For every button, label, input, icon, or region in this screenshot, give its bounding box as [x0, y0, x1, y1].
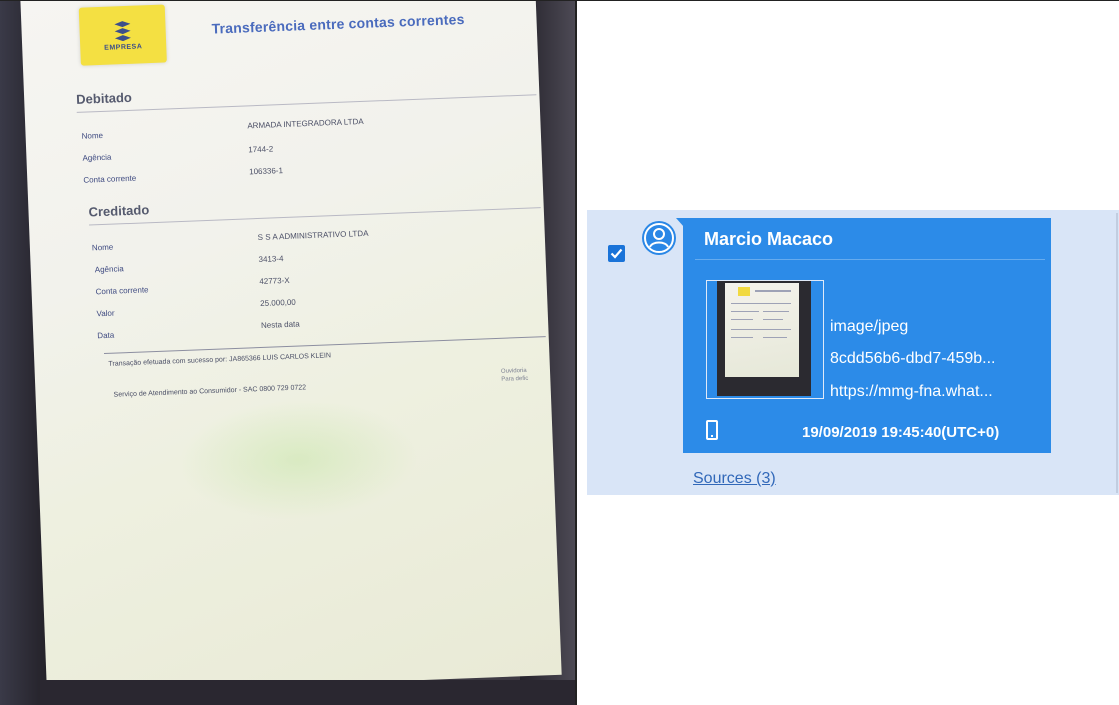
- divider: [89, 207, 541, 226]
- debit-name-value: ARMADA INTEGRADORA LTDA: [247, 116, 364, 131]
- bank-logo: EMPRESA: [78, 4, 167, 66]
- thumbnail-line: [731, 303, 791, 304]
- panel-border: [1116, 213, 1118, 493]
- debit-name-label: Nome: [81, 130, 104, 141]
- thumbnail-receipt: [725, 283, 799, 377]
- divider: [76, 94, 537, 113]
- table-border-divider: [575, 0, 577, 705]
- bank-logo-icon: [114, 20, 131, 41]
- message-timestamp: 19/09/2019 19:45:40(UTC+0): [802, 424, 1000, 441]
- credit-name-label: Nome: [91, 242, 114, 253]
- user-icon: [644, 223, 674, 253]
- debit-agency-label: Agência: [82, 152, 112, 163]
- sources-link[interactable]: Sources (3): [693, 470, 776, 488]
- credit-date-label: Data: [97, 330, 115, 341]
- credit-name-value: S S A ADMINISTRATIVO LTDA: [257, 228, 369, 243]
- message-checkbox[interactable]: [608, 245, 625, 262]
- table-border-top: [0, 0, 1119, 1]
- receipt-photo: EMPRESA Transferência entre contas corre…: [0, 0, 575, 705]
- divider: [103, 336, 546, 355]
- credit-amount-value: 25.000,00: [260, 297, 296, 309]
- thumbnail-line: [731, 311, 759, 312]
- attachment-id: 8cdd56b6-dbd7-459b...: [830, 350, 996, 367]
- thumbnail-line: [731, 319, 753, 320]
- screen-glare: [176, 395, 421, 525]
- checkmark-icon: [610, 248, 623, 259]
- thumbnail-logo: [738, 287, 750, 296]
- thumbnail-line: [731, 329, 791, 330]
- bank-logo-tag: EMPRESA: [104, 42, 143, 52]
- debit-account-label: Conta corrente: [83, 173, 137, 185]
- attachment-url[interactable]: https://mmg-fna.what...: [830, 383, 993, 401]
- receipt-title: Transferência entre contas correntes: [211, 10, 465, 37]
- debit-agency-value: 1744-2: [248, 144, 274, 155]
- confirmation-text: Transação efetuada com sucesso por: JA86…: [108, 352, 332, 368]
- debit-account-value: 106336-1: [248, 166, 284, 177]
- sender-name: Marcio Macaco: [704, 229, 834, 249]
- credit-account-label: Conta corrente: [95, 285, 149, 297]
- thumbnail-line: [763, 337, 787, 338]
- thumbnail-line: [731, 337, 753, 338]
- avatar[interactable]: [642, 221, 676, 255]
- accessibility-text: Para defic: [501, 375, 529, 383]
- attachment-thumbnail[interactable]: [717, 281, 811, 396]
- smartphone-icon: [706, 420, 718, 440]
- attachment-mime: image/jpeg: [830, 318, 909, 335]
- credit-account-value: 42773-X: [259, 275, 290, 287]
- bubble-divider: [695, 259, 1045, 260]
- credit-agency-label: Agência: [94, 264, 124, 275]
- sac-text: Serviço de Atendimento ao Consumidor - S…: [113, 384, 307, 399]
- phone-screen: EMPRESA Transferência entre contas corre…: [20, 0, 562, 695]
- thumbnail-line: [763, 319, 783, 320]
- credit-heading: Creditado: [88, 202, 150, 220]
- credit-agency-value: 3413-4: [258, 254, 284, 265]
- debit-heading: Debitado: [75, 89, 133, 107]
- thumbnail-line: [755, 290, 791, 292]
- credit-amount-label: Valor: [96, 308, 115, 319]
- thumbnail-line: [763, 311, 789, 312]
- credit-date-value: Nesta data: [260, 319, 300, 330]
- phone-bezel-bottom: [40, 680, 575, 705]
